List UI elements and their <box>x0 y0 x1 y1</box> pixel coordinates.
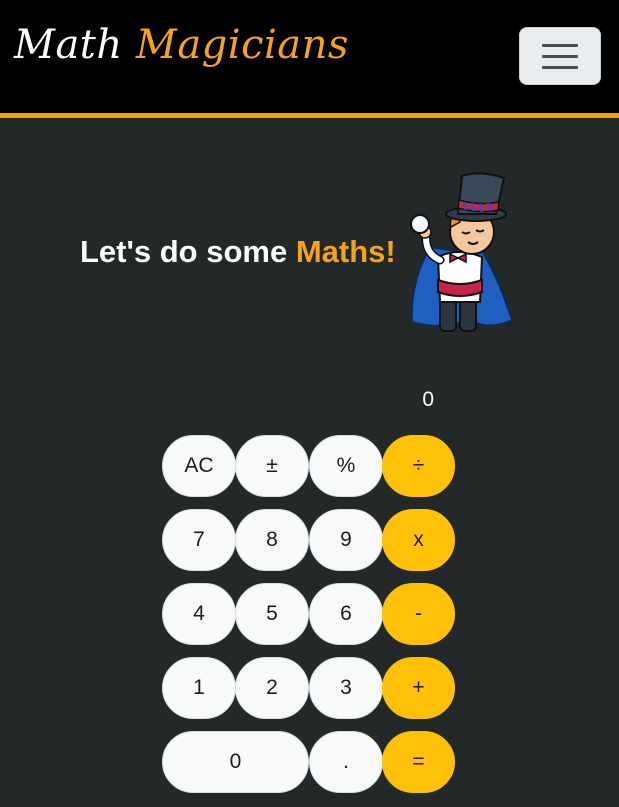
key-1[interactable]: 1 <box>162 657 236 719</box>
brand-logo[interactable]: Math Magicians <box>14 17 349 73</box>
key-8[interactable]: 8 <box>235 509 309 571</box>
key-ac[interactable]: AC <box>162 435 236 497</box>
key-4[interactable]: 4 <box>162 583 236 645</box>
key-6[interactable]: 6 <box>309 583 383 645</box>
key-0[interactable]: 0 <box>162 731 309 793</box>
key-7[interactable]: 7 <box>162 509 236 571</box>
key-divide[interactable]: ÷ <box>382 435 455 497</box>
magician-illustration <box>410 172 514 332</box>
hero-heading: Let's do some Maths! <box>80 232 396 272</box>
key-minus[interactable]: - <box>382 583 455 645</box>
brand-word-magicians: Magicians <box>135 22 349 68</box>
key-3[interactable]: 3 <box>309 657 383 719</box>
navbar: Math Magicians <box>0 0 619 118</box>
navbar-toggler-button[interactable] <box>519 27 601 85</box>
key-9[interactable]: 9 <box>309 509 383 571</box>
hero-heading-accent: Maths! <box>295 234 396 269</box>
key-percent[interactable]: % <box>309 435 383 497</box>
hero-heading-prefix: Let's do some <box>80 234 296 269</box>
key-plus[interactable]: + <box>382 657 455 719</box>
key-equals[interactable]: = <box>382 731 455 793</box>
key-multiply[interactable]: x <box>382 509 455 571</box>
key-2[interactable]: 2 <box>235 657 309 719</box>
key-plus-minus[interactable]: ± <box>235 435 309 497</box>
key-5[interactable]: 5 <box>235 583 309 645</box>
key-decimal[interactable]: . <box>309 731 383 793</box>
brand-word-math: Math <box>14 22 123 68</box>
calculator-display: 0 <box>422 388 434 411</box>
